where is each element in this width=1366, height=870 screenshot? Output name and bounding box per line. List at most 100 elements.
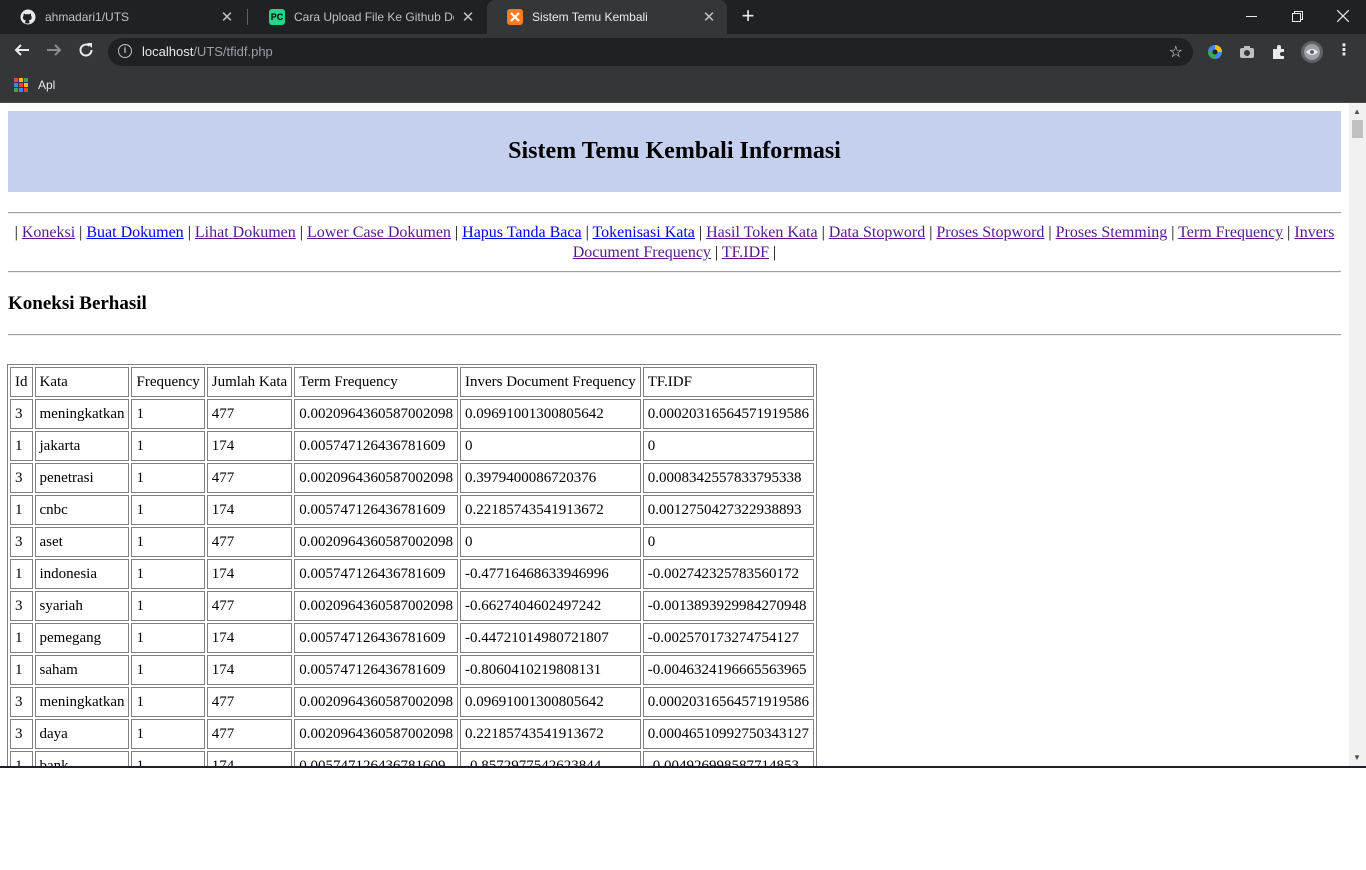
menu-link-data-stopword[interactable]: Data Stopword [829,224,925,241]
apps-grid-icon[interactable] [14,78,28,92]
table-row: 1 jakarta 1 174 0.005747126436781609 0 0 [10,431,814,461]
tab-github-upload-article[interactable]: PC Cara Upload File Ke Github Deng ✕ [249,0,486,34]
cell-tfidf: -0.0046324196665563965 [642,655,814,685]
cell-tfidf: 0 [642,431,814,461]
menu-link-lihat-dokumen[interactable]: Lihat Dokumen [195,224,296,241]
cell-kata: indonesia [34,559,130,589]
column-header-term-frequency: Term Frequency [294,367,458,397]
table-row: 1 indonesia 1 174 0.005747126436781609 -0.477… [10,559,814,589]
menu-link-tf-idf[interactable]: TF.IDF [722,244,769,261]
cell-jumlah-kata: 477 [206,399,293,429]
bookmark-star-icon[interactable]: ☆ [1169,42,1183,62]
divider [8,334,1341,336]
menu-link-proses-stemming[interactable]: Proses Stemming [1056,224,1168,241]
column-header-id: Id [10,367,33,397]
table-row: 3 meningkatkan 1 477 0.0020964360587002098 0.… [10,399,814,429]
camera-icon[interactable] [1238,43,1256,61]
tab-github[interactable]: ahmadari1/UTS ✕ [0,0,245,34]
forward-button[interactable] [42,40,66,64]
apps-label[interactable]: Apl [38,78,55,92]
close-tab-icon[interactable]: ✕ [219,8,235,26]
menu-link-tokenisasi-kata[interactable]: Tokenisasi Kata [593,224,695,241]
column-header-frequency: Frequency [131,367,205,397]
cell-kata: meningkatkan [34,399,130,429]
extension-colorful-icon[interactable] [1206,43,1224,61]
chrome-menu-icon[interactable]: ⋮ [1336,42,1352,60]
cell-id: 3 [10,527,33,557]
scroll-down-arrow-icon[interactable]: ▼ [1353,753,1361,762]
vertical-scrollbar[interactable]: ▲ ▼ [1349,103,1366,766]
cell-jumlah-kata: 477 [206,719,293,749]
cell-idf: 0.09691001300805642 [459,687,641,717]
cell-tfidf: -0.004926998587714853 [642,751,814,766]
url-text: localhost/UTS/tfidf.php [142,44,273,59]
cell-term-frequency: 0.005747126436781609 [294,623,458,653]
pycharm-icon: PC [269,9,285,25]
new-tab-button[interactable]: + [737,5,759,27]
table-row: 3 penetrasi 1 477 0.0020964360587002098 0.397… [10,463,814,493]
cell-id: 3 [10,463,33,493]
xampp-icon [507,9,523,25]
scroll-up-arrow-icon[interactable]: ▲ [1353,107,1361,116]
minimize-button[interactable] [1228,0,1274,32]
cell-term-frequency: 0.005747126436781609 [294,431,458,461]
tab-title: Sistem Temu Kembali [532,10,648,24]
cell-kata: bank [34,751,130,766]
cell-tfidf: -0.002742325783560172 [642,559,814,589]
cell-jumlah-kata: 174 [206,559,293,589]
table-row: 3 aset 1 477 0.0020964360587002098 0 0 [10,527,814,557]
reload-button[interactable] [74,40,98,64]
cell-tfidf: 0.0012750427322938893 [642,495,814,525]
back-button[interactable] [10,40,34,64]
tab-title: Cara Upload File Ke Github Deng [294,10,454,24]
profile-avatar-icon[interactable] [1300,40,1324,64]
cell-term-frequency: 0.0020964360587002098 [294,463,458,493]
table-row: 1 saham 1 174 0.005747126436781609 -0.8060410… [10,655,814,685]
page-content: Sistem Temu Kembali Informasi | Koneksi … [7,111,1341,766]
viewport-border [0,766,1366,768]
menu-link-lower-case-dokumen[interactable]: Lower Case Dokumen [307,224,451,241]
extensions-puzzle-icon[interactable] [1270,43,1288,61]
close-window-button[interactable] [1320,0,1366,32]
close-tab-icon[interactable]: ✕ [701,8,717,26]
menu-link-koneksi[interactable]: Koneksi [22,224,75,241]
cell-frequency: 1 [131,559,205,589]
cell-id: 1 [10,623,33,653]
cell-tfidf: -0.0013893929984270948 [642,591,814,621]
cell-idf: 0 [459,527,641,557]
cell-term-frequency: 0.005747126436781609 [294,495,458,525]
menu-link-hapus-tanda-baca[interactable]: Hapus Tanda Baca [462,224,581,241]
site-info-icon[interactable]: i [118,44,132,58]
menu-link-proses-stopword[interactable]: Proses Stopword [936,224,1044,241]
address-bar[interactable]: i localhost/UTS/tfidf.php ☆ [108,38,1193,66]
cell-kata: daya [34,719,130,749]
divider [8,271,1341,273]
column-header-jumlah-kata: Jumlah Kata [206,367,293,397]
table-header-row: Id Kata Frequency Jumlah Kata Term Frequ… [10,367,814,397]
close-tab-icon[interactable]: ✕ [460,8,476,26]
cell-id: 1 [10,431,33,461]
menu-link-buat-dokumen[interactable]: Buat Dokumen [86,224,183,241]
menu-link-term-frequency[interactable]: Term Frequency [1178,224,1283,241]
cell-frequency: 1 [131,431,205,461]
restore-button[interactable] [1274,0,1320,32]
cell-jumlah-kata: 174 [206,623,293,653]
tab-sistem-temu-kembali[interactable]: Sistem Temu Kembali ✕ [487,0,727,34]
tfidf-table: Id Kata Frequency Jumlah Kata Term Frequ… [7,364,817,766]
cell-frequency: 1 [131,687,205,717]
cell-frequency: 1 [131,655,205,685]
cell-term-frequency: 0.005747126436781609 [294,655,458,685]
cell-tfidf: 0 [642,527,814,557]
bookmarks-bar: Apl [0,70,1366,103]
cell-kata: aset [34,527,130,557]
cell-tfidf: 0.00020316564571919586 [642,399,814,429]
tab-strip: ahmadari1/UTS ✕ PC Cara Upload File Ke G… [0,0,1366,34]
cell-jumlah-kata: 174 [206,495,293,525]
cell-id: 1 [10,559,33,589]
menu-link-hasil-token-kata[interactable]: Hasil Token Kata [706,224,817,241]
cell-idf: -0.6627404602497242 [459,591,641,621]
scrollbar-thumb[interactable] [1352,120,1363,138]
github-icon [20,9,36,25]
cell-id: 3 [10,399,33,429]
cell-kata: cnbc [34,495,130,525]
